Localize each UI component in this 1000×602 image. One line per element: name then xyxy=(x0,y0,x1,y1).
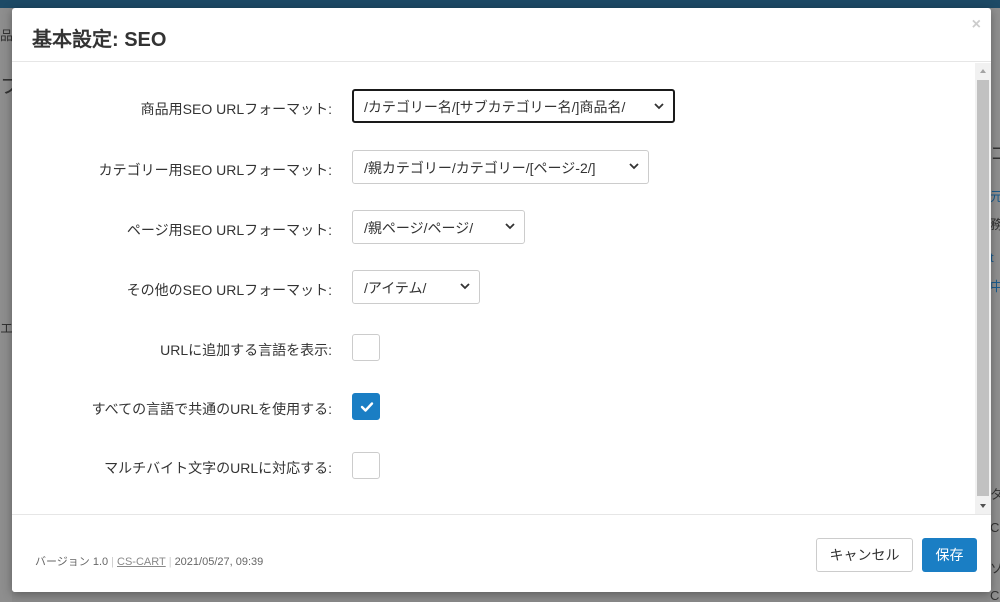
select-value: /親カテゴリー/カテゴリー/[ページ-2/] xyxy=(364,160,596,176)
chevron-down-icon xyxy=(460,283,470,290)
cancel-button[interactable]: キャンセル xyxy=(816,538,913,572)
category-url-format-select[interactable]: /親カテゴリー/カテゴリー/[ページ-2/] xyxy=(352,150,649,184)
vendor-link[interactable]: CS-CART xyxy=(117,556,166,568)
form-row-category-url-format: カテゴリー用SEO URLフォーマット: /親カテゴリー/カテゴリー/[ページ-… xyxy=(12,150,972,190)
background-text-fragment: ソ xyxy=(990,561,1000,576)
common-url-all-languages-checkbox[interactable] xyxy=(352,393,380,420)
background-text-fragment: CS-Ca xyxy=(990,588,1000,602)
form-row-show-language-in-url: URLに追加する言語を表示: xyxy=(12,327,972,367)
form-row-common-url-all-languages: すべての言語で共通のURLを使用する: xyxy=(12,386,972,426)
version-text: バージョン 1.0 xyxy=(35,556,109,568)
release-date-text: 2021/05/27, 09:39 xyxy=(174,556,264,568)
multibyte-url-support-checkbox[interactable] xyxy=(352,452,380,479)
background-text-fragment: タ xyxy=(990,487,1000,502)
addon-info: バージョン 1.0 | CS-CART | 2021/05/27, 09:39 xyxy=(35,553,263,569)
background-left-strip: 品 フ エ xyxy=(0,8,20,602)
chevron-down-icon xyxy=(629,163,639,170)
dialog-body: 商品用SEO URLフォーマット: /カテゴリー名/[サブカテゴリー名/]商品名… xyxy=(12,63,991,514)
background-text-fragment: 中 xyxy=(990,279,1000,294)
chevron-down-icon xyxy=(654,103,664,110)
background-right-strip: コ 元 務 t 中 タ C ソ CS-Ca xyxy=(990,8,1000,602)
dialog-header: 基本設定: SEO × xyxy=(12,8,991,62)
select-value: /親ページ/ページ/ xyxy=(364,220,474,236)
dialog-scrollbar[interactable] xyxy=(975,63,991,514)
close-icon[interactable]: × xyxy=(972,16,981,34)
select-value: /カテゴリー名/[サブカテゴリー名/]商品名/ xyxy=(364,99,626,115)
page-url-format-select[interactable]: /親ページ/ページ/ xyxy=(352,210,525,244)
dialog-footer: バージョン 1.0 | CS-CART | 2021/05/27, 09:39 キャンセ… xyxy=(12,514,991,592)
other-url-format-label: その他のSEO URLフォーマット: xyxy=(126,282,332,298)
form-row-product-url-format: 商品用SEO URLフォーマット: /カテゴリー名/[サブカテゴリー名/]商品名… xyxy=(12,89,972,129)
background-text-fragment: C xyxy=(990,520,1000,535)
separator: | xyxy=(111,556,114,568)
background-text-fragment: コ xyxy=(990,144,1000,164)
page-url-format-label: ページ用SEO URLフォーマット: xyxy=(126,222,332,238)
form-row-multibyte-url-support: マルチバイト文字のURLに対応する: xyxy=(12,445,972,485)
scroll-up-arrow-icon[interactable] xyxy=(975,63,991,79)
other-url-format-select[interactable]: /アイテム/ xyxy=(352,270,480,304)
background-topbar xyxy=(0,0,1000,8)
scrollbar-thumb[interactable] xyxy=(977,80,989,496)
checkmark-icon xyxy=(360,402,374,412)
show-language-in-url-label: URLに追加する言語を表示: xyxy=(160,342,332,358)
category-url-format-label: カテゴリー用SEO URLフォーマット: xyxy=(98,162,332,178)
form-row-page-url-format: ページ用SEO URLフォーマット: /親ページ/ページ/ xyxy=(12,210,972,250)
product-url-format-select[interactable]: /カテゴリー名/[サブカテゴリー名/]商品名/ xyxy=(352,89,675,123)
chevron-down-icon xyxy=(505,223,515,230)
seo-settings-dialog: 基本設定: SEO × 商品用SEO URLフォーマット: /カテゴリー名/[サ… xyxy=(12,8,991,592)
multibyte-url-support-label: マルチバイト文字のURLに対応する: xyxy=(104,460,332,476)
select-value: /アイテム/ xyxy=(364,280,427,296)
separator: | xyxy=(168,556,172,568)
save-button[interactable]: 保存 xyxy=(922,538,977,572)
common-url-all-languages-label: すべての言語で共通のURLを使用する: xyxy=(91,401,332,417)
background-text-fragment: 務 xyxy=(990,217,1000,232)
product-url-format-label: 商品用SEO URLフォーマット: xyxy=(140,101,332,117)
show-language-in-url-checkbox[interactable] xyxy=(352,334,380,361)
background-text-fragment: 元 xyxy=(990,189,1000,204)
scroll-down-arrow-icon[interactable] xyxy=(975,498,991,514)
dialog-title: 基本設定: SEO xyxy=(32,29,167,51)
form-row-other-url-format: その他のSEO URLフォーマット: /アイテム/ xyxy=(12,270,972,310)
